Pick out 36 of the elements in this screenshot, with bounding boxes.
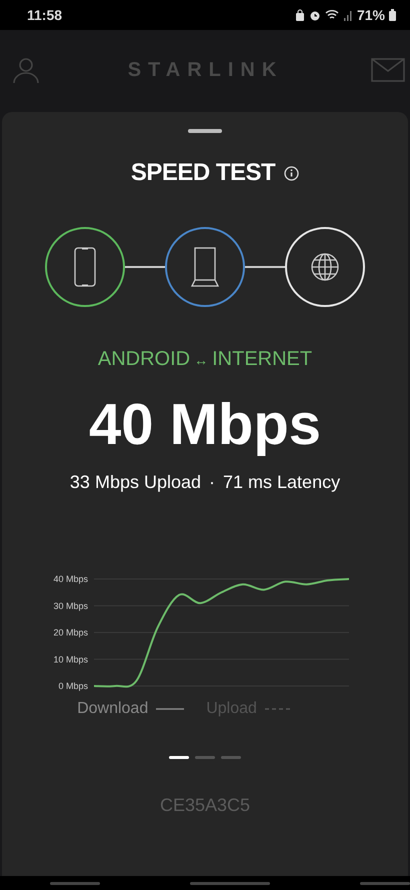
upload-speed: 33 Mbps Upload bbox=[70, 472, 202, 493]
separator-dot: · bbox=[209, 472, 216, 493]
battery-percent: 71% bbox=[356, 7, 385, 23]
mail-icon[interactable] bbox=[371, 58, 405, 82]
recent-apps-bar[interactable] bbox=[50, 882, 100, 884]
wifi-icon bbox=[324, 9, 339, 21]
router-icon bbox=[191, 247, 219, 287]
y-axis-label: 40 Mbps bbox=[53, 574, 88, 584]
globe-icon bbox=[310, 252, 340, 282]
signal-icon bbox=[342, 9, 353, 21]
alarm-icon bbox=[308, 9, 321, 21]
y-axis-label: 10 Mbps bbox=[53, 654, 88, 664]
drag-handle[interactable] bbox=[188, 129, 222, 133]
connector-line bbox=[245, 266, 285, 268]
legend-label[interactable]: Download bbox=[77, 700, 148, 718]
profile-icon[interactable] bbox=[12, 56, 40, 84]
info-icon[interactable] bbox=[284, 166, 300, 180]
home-bar[interactable] bbox=[190, 882, 270, 884]
battery-icon bbox=[389, 9, 396, 21]
clock: 11:58 bbox=[27, 7, 62, 23]
connection-route: ANDROID ↔ INTERNET bbox=[98, 348, 312, 371]
dashed-line-icon bbox=[264, 707, 293, 711]
connector-line bbox=[125, 266, 165, 268]
download-speed: 40 Mbps bbox=[88, 391, 322, 458]
page-indicator[interactable] bbox=[195, 756, 215, 759]
sheet-title: SPEED TEST bbox=[130, 159, 276, 187]
phone-icon bbox=[74, 247, 96, 287]
lock-icon bbox=[294, 9, 305, 21]
page-indicator[interactable] bbox=[169, 756, 189, 759]
solid-line-icon bbox=[156, 707, 184, 711]
y-axis-label: 30 Mbps bbox=[53, 600, 88, 611]
back-bar[interactable] bbox=[360, 882, 410, 884]
page-indicator[interactable] bbox=[221, 756, 241, 759]
latency: 71 ms Latency bbox=[223, 472, 340, 493]
y-axis-label: 20 Mbps bbox=[53, 628, 88, 638]
y-axis-label: 0 Mbps bbox=[58, 681, 88, 691]
